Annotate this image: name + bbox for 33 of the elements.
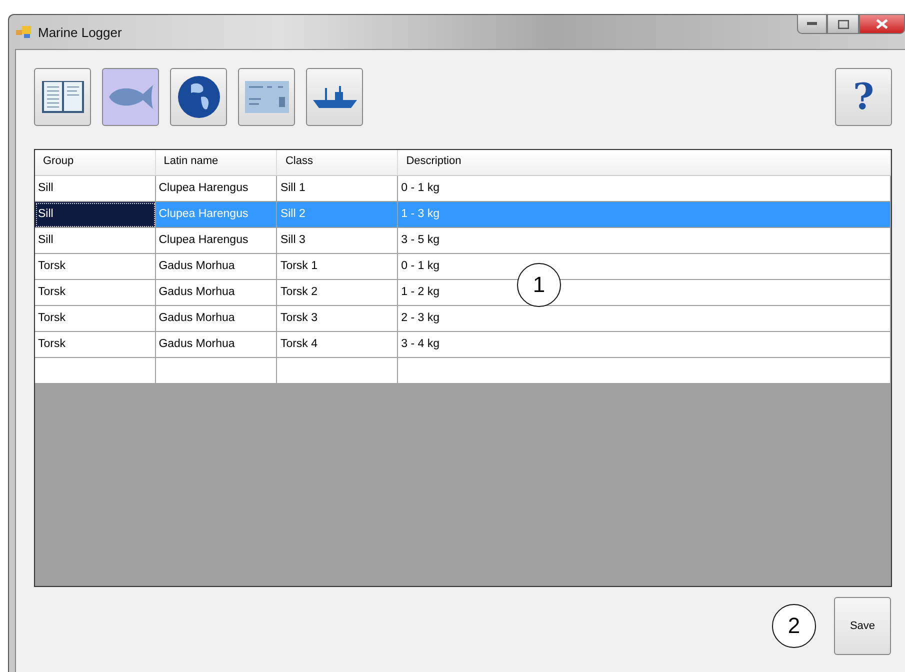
table-row[interactable]: Torsk Gadus Morhua Torsk 4 3 - 4 kg — [35, 332, 891, 358]
column-header[interactable]: Class — [277, 150, 398, 175]
globe-icon — [176, 75, 220, 119]
card-icon — [244, 81, 288, 113]
table-row[interactable]: Sill Clupea Harengus Sill 2 1 - 3 kg — [35, 202, 891, 228]
window-title: Marine Logger — [38, 24, 122, 40]
column-header[interactable]: Group — [35, 150, 156, 175]
help-button[interactable]: ? — [835, 68, 892, 126]
toolbar-button[interactable] — [34, 68, 91, 126]
save-button[interactable]: Save — [834, 597, 891, 655]
book-icon — [40, 79, 84, 115]
table-cell: 1 - 3 kg — [398, 202, 891, 228]
callout-marker: 2 — [772, 604, 816, 648]
toolbar-button[interactable] — [306, 68, 363, 126]
table-row[interactable]: Sill Clupea Harengus Sill 3 3 - 5 kg — [35, 228, 891, 254]
maximize-button[interactable] — [827, 14, 859, 34]
table-row[interactable]: Torsk Gadus Morhua Torsk 3 2 - 3 kg — [35, 306, 891, 332]
toolbar-button[interactable] — [238, 68, 295, 126]
table-row[interactable]: Sill Clupea Harengus Sill 1 0 - 1 kg — [35, 176, 891, 202]
toolbar-button[interactable] — [170, 68, 227, 126]
fish-icon — [106, 82, 154, 112]
table-cell: Sill — [35, 202, 156, 228]
column-header[interactable]: Latin name — [156, 150, 278, 175]
ship-icon — [312, 84, 356, 110]
table-cell: Clupea Harengus — [156, 202, 278, 228]
maximize-icon — [838, 20, 848, 28]
column-header[interactable]: Description — [398, 150, 891, 175]
app-icon — [16, 25, 32, 39]
close-icon — [876, 19, 888, 29]
close-button[interactable] — [859, 14, 905, 34]
minimize-button[interactable] — [797, 14, 827, 34]
table-cell: Sill 2 — [277, 202, 398, 228]
minimize-icon — [807, 22, 817, 26]
